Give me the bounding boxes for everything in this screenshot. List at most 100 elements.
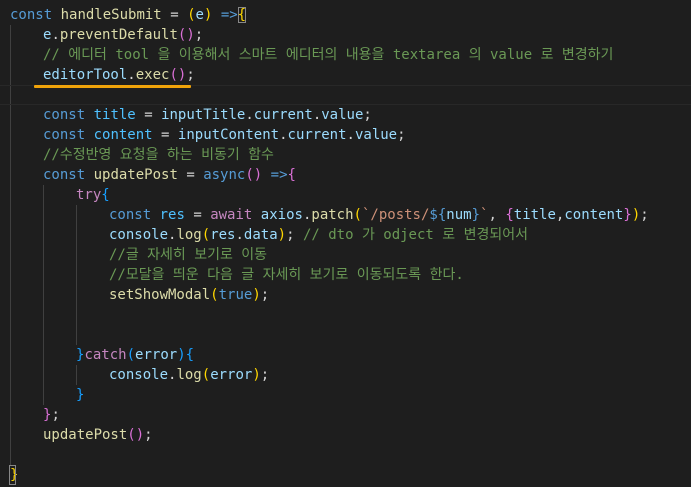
brace: {	[185, 347, 195, 363]
brace: {	[287, 167, 296, 183]
dot: .	[235, 227, 244, 243]
function-call: updatePost	[43, 427, 128, 443]
semicolon: ;	[186, 67, 195, 83]
keyword: const	[10, 7, 53, 23]
semicolon: ;	[260, 367, 270, 383]
code-line-18[interactable]: }catch(error){	[76, 345, 194, 365]
code-line-14[interactable]: //모달을 띄운 다음 글 자세히 보기로 이동되도록 한다.	[109, 265, 464, 285]
method-name: exec	[135, 67, 170, 83]
arrow-operator: =>	[220, 7, 238, 23]
paren: (	[353, 207, 362, 223]
brace: {	[101, 187, 110, 203]
identifier: title	[513, 207, 556, 223]
paren: (	[201, 227, 211, 243]
identifier: inputContent	[177, 127, 280, 143]
comment: // 에디터 tool 을 이용해서 스마트 에디터의 내용을 textarea…	[43, 47, 614, 63]
semicolon: ;	[51, 407, 60, 423]
identifier: inputTitle	[161, 107, 246, 123]
code-line-7[interactable]: const content = inputContent.current.val…	[43, 125, 406, 145]
semicolon: ;	[640, 207, 649, 223]
identifier: console	[109, 227, 169, 243]
keyword: const	[43, 167, 86, 183]
code-line-12[interactable]: console.log(res.data); // dto 가 odject 로…	[109, 225, 528, 245]
code-line-20[interactable]: }	[76, 385, 84, 405]
code-line-8[interactable]: //수정반영 요청을 하는 비동기 함수	[43, 145, 274, 165]
comment: //글 자세히 보기로 이동	[109, 247, 268, 263]
semicolon: ;	[397, 127, 406, 143]
keyword: const	[43, 107, 86, 123]
keyword: const	[43, 127, 86, 143]
comment: // dto 가 odject 로 변경되어서	[302, 227, 528, 243]
dot: .	[127, 67, 136, 83]
code-line-6[interactable]: const title = inputTitle.current.value;	[43, 105, 372, 125]
bracket-match-box	[9, 465, 16, 485]
dot: .	[51, 27, 60, 43]
code-line-22[interactable]: updatePost();	[43, 425, 153, 445]
template-variable: num	[446, 207, 472, 223]
operator: =	[161, 127, 170, 143]
comma: ,	[488, 207, 497, 223]
brace: {	[505, 207, 514, 223]
semicolon: ;	[260, 287, 270, 303]
identifier: res	[210, 227, 236, 243]
property: current	[253, 107, 313, 123]
paren: )	[177, 347, 186, 363]
paren: ()	[245, 167, 263, 183]
function-call: setShowModal	[109, 287, 211, 303]
matched-brace: {	[237, 7, 247, 23]
code-line-3[interactable]: // 에디터 tool 을 이용해서 스마트 에디터의 내용을 textarea…	[43, 45, 613, 65]
code-line-1[interactable]: const handleSubmit = (e) =>{	[10, 5, 247, 25]
brace: }	[623, 207, 632, 223]
paren: ()	[127, 427, 145, 443]
identifier: error	[135, 347, 178, 363]
parameter: e	[195, 7, 204, 23]
function-name: handleSubmit	[60, 7, 162, 23]
code-line-10[interactable]: try{	[76, 185, 110, 205]
paren: (	[126, 347, 136, 363]
code-line-4[interactable]: editorTool.exec();	[43, 65, 195, 85]
code-line-11[interactable]: const res = await axios.patch(`/posts/${…	[109, 205, 649, 225]
boolean-literal: true	[218, 287, 253, 303]
template-open: ${	[429, 207, 447, 223]
code-line-15[interactable]: setShowModal(true);	[109, 285, 269, 305]
semicolon: ;	[144, 427, 153, 443]
paren: )	[203, 7, 213, 23]
async-keyword: async	[203, 167, 246, 183]
identifier: axios	[260, 207, 303, 223]
indent-guide	[76, 365, 77, 385]
code-line-9[interactable]: const updatePost = async() =>{	[43, 165, 296, 185]
method-name: log	[176, 227, 202, 243]
highlight-underline	[34, 85, 191, 88]
semicolon: ;	[286, 227, 295, 243]
property: value	[321, 107, 364, 123]
function-name: updatePost	[93, 167, 178, 183]
paren: )	[252, 287, 261, 303]
property: data	[243, 227, 278, 243]
paren: )	[252, 367, 261, 383]
identifier: content	[564, 207, 624, 223]
paren: )	[277, 227, 287, 243]
dot: .	[346, 127, 355, 143]
code-line-13[interactable]: //글 자세히 보기로 이동	[109, 245, 267, 265]
keyword: const	[109, 207, 152, 223]
code-line-19[interactable]: console.log(error);	[109, 365, 269, 385]
code-editor[interactable]: const handleSubmit = (e) =>{ e.preventDe…	[0, 0, 691, 487]
comment: //모달을 띄운 다음 글 자세히 보기로 이동되도록 한다.	[109, 267, 464, 283]
identifier: error	[210, 367, 253, 383]
paren: ()	[169, 67, 187, 83]
code-line-21[interactable]: };	[43, 405, 60, 425]
constant-name: title	[93, 107, 136, 123]
catch-keyword: catch	[84, 347, 127, 363]
operator: =	[186, 167, 195, 183]
operator: =	[144, 107, 153, 123]
semicolon: ;	[194, 27, 204, 43]
dot: .	[279, 127, 288, 143]
try-keyword: try	[76, 187, 102, 203]
paren: (	[210, 287, 219, 303]
code-line-2[interactable]: e.preventDefault();	[43, 25, 203, 45]
template-close: }	[471, 207, 481, 223]
operator: =	[170, 7, 179, 23]
constant-name: content	[93, 127, 153, 143]
method-name: preventDefault	[59, 27, 178, 43]
method-name: log	[176, 367, 202, 383]
